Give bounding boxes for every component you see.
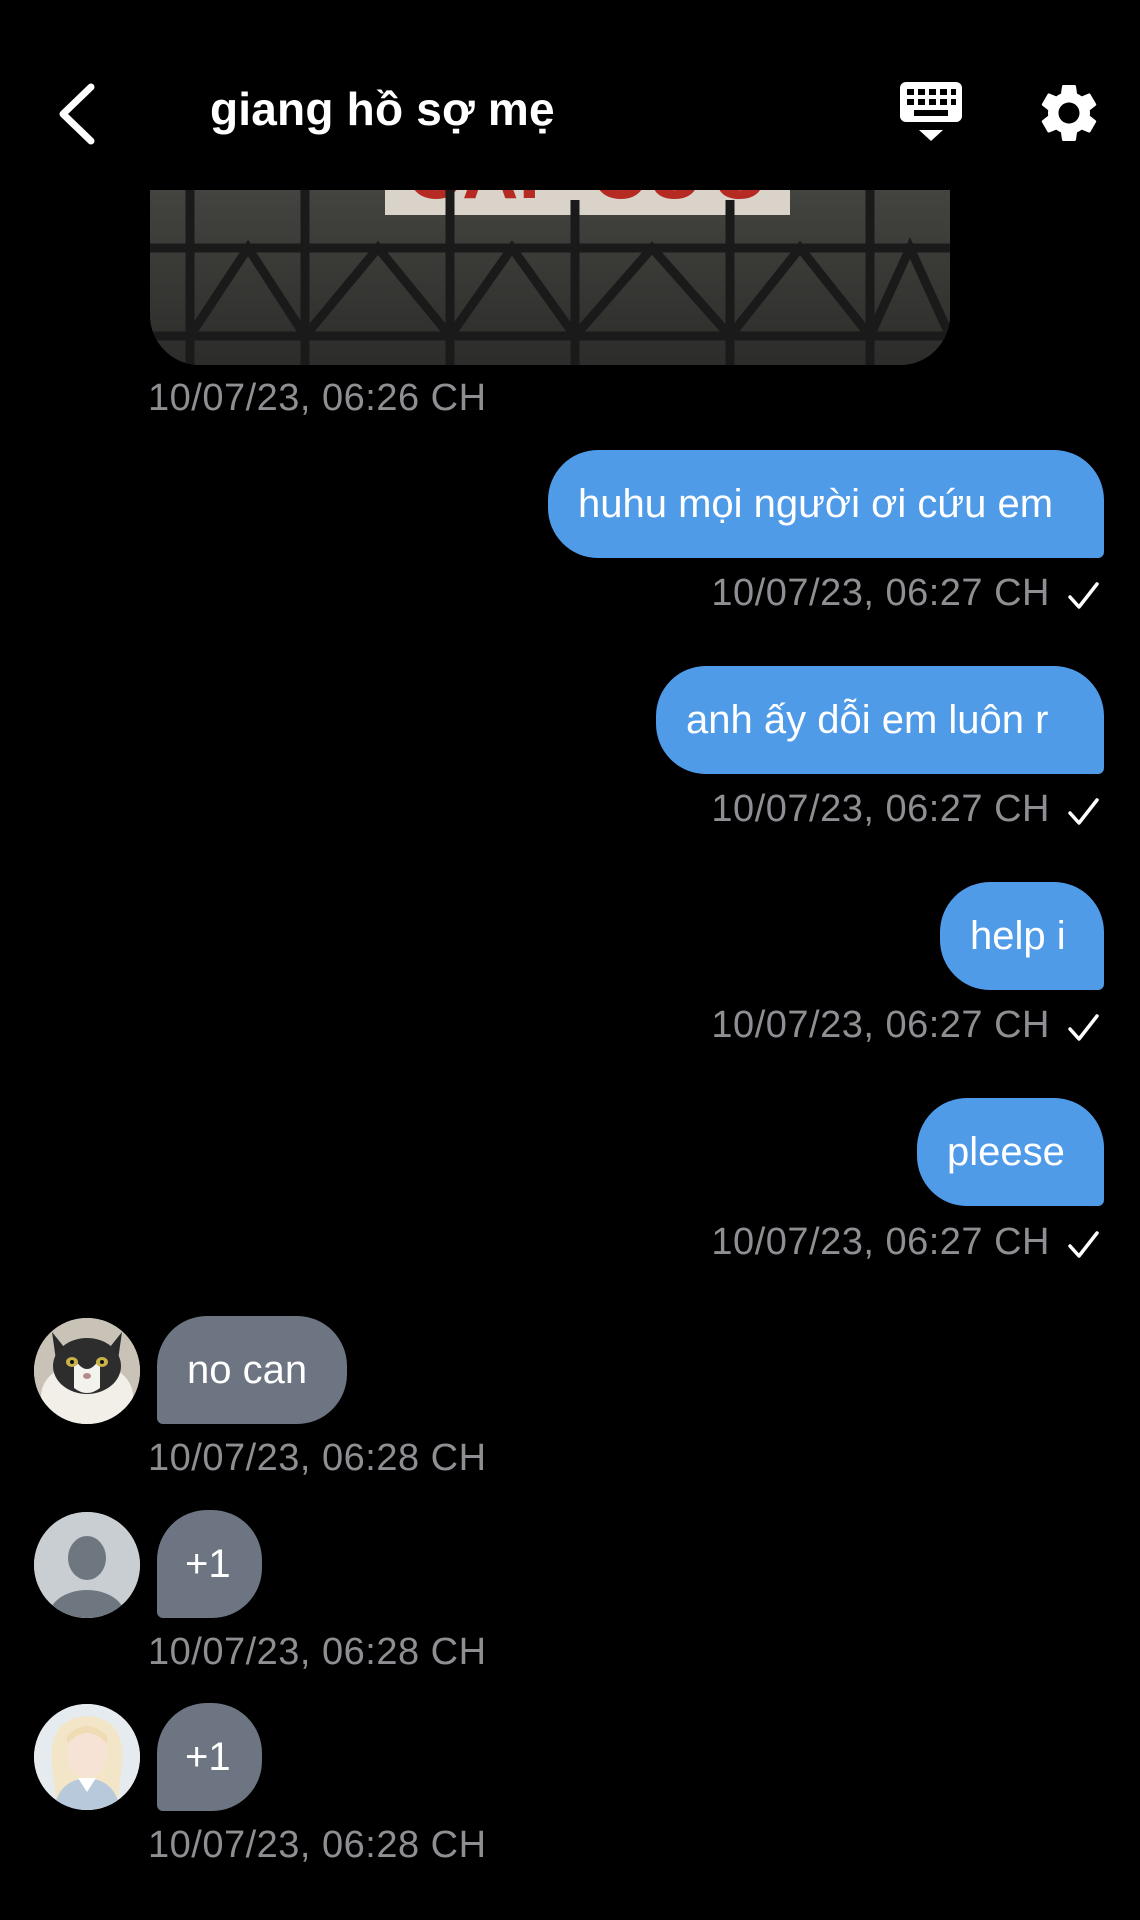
gear-icon [1041,84,1097,141]
sent-check-icon [1068,1014,1099,1041]
outgoing-message[interactable]: help i [940,882,1104,990]
girl-avatar[interactable] [34,1704,140,1810]
timestamp: 10/07/23, 06:28 CH [148,1631,487,1673]
chat-title: giang hồ sợ mẹ [210,83,555,135]
outgoing-message[interactable]: huhu mọi người ơi cứu em [548,450,1104,558]
default-avatar[interactable] [34,1512,140,1618]
sent-check-icon [1068,1231,1099,1258]
incoming-message[interactable]: +1 [157,1703,262,1811]
keyboard-toggle-button[interactable] [892,78,972,148]
timestamp: 10/07/23, 06:27 CH [711,788,1050,830]
chat-header: giang hồ sợ mẹ [0,0,1140,190]
outgoing-message[interactable]: anh ấy dỗi em luôn r [656,666,1104,774]
back-button[interactable] [36,72,120,156]
sent-check-icon [1068,798,1099,825]
keyboard-hide-icon [900,82,962,141]
incoming-message[interactable]: no can [157,1316,347,1424]
timestamp: 10/07/23, 06:27 CH [711,1004,1050,1046]
sent-check-icon [1068,582,1099,609]
cat-avatar-image [34,1318,140,1424]
chevron-left-icon [59,83,95,145]
cat-avatar[interactable] [34,1318,140,1424]
incoming-message[interactable]: +1 [157,1510,262,1618]
timestamp: 10/07/23, 06:27 CH [711,1221,1050,1263]
timestamp: 10/07/23, 06:26 CH [148,377,487,419]
timestamp: 10/07/23, 06:28 CH [148,1824,487,1866]
timestamp: 10/07/23, 06:27 CH [711,572,1050,614]
settings-button[interactable] [1034,78,1104,148]
outgoing-message[interactable]: pleese [917,1098,1104,1206]
girl-avatar-image [34,1704,140,1810]
timestamp: 10/07/23, 06:28 CH [148,1437,487,1479]
person-placeholder-icon [34,1512,140,1618]
